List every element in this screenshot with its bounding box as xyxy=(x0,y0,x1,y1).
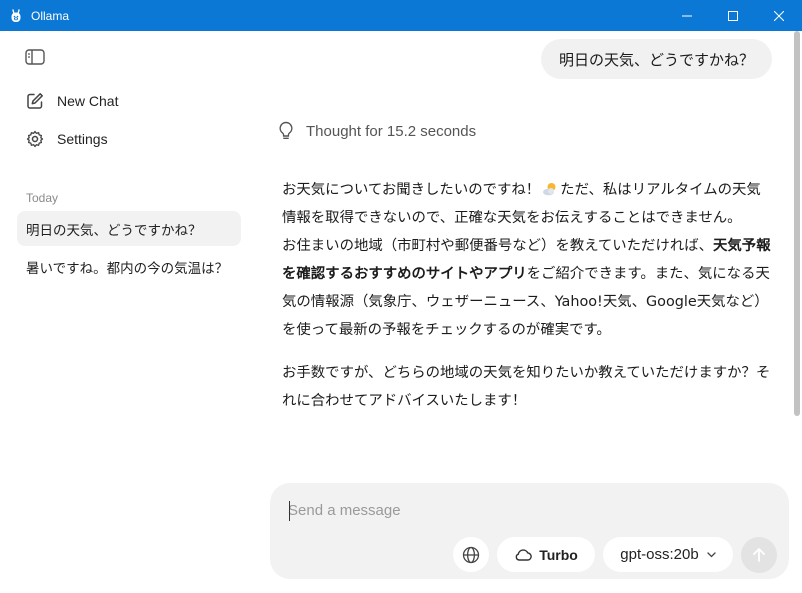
text-caret xyxy=(289,501,290,521)
message-composer: Turbo gpt-oss:20b xyxy=(270,483,789,579)
minimize-icon xyxy=(682,15,692,16)
arrow-up-icon xyxy=(753,548,765,562)
settings-label: Settings xyxy=(57,131,108,147)
chevron-down-icon xyxy=(707,551,716,558)
title-bar: Ollama xyxy=(0,0,802,31)
cloud-icon xyxy=(514,548,533,561)
chat-history-item[interactable]: 明日の天気、どうですかね？ xyxy=(17,211,241,246)
close-icon xyxy=(774,10,784,21)
user-message-bubble: 明日の天気、どうですかね？ xyxy=(540,39,772,79)
sidebar-toggle-button[interactable] xyxy=(25,49,45,65)
model-label: gpt-oss:20b xyxy=(620,546,699,563)
window-controls xyxy=(664,0,802,31)
maximize-icon xyxy=(728,10,738,21)
chat-history-item[interactable]: 暑いですね。都内の今の気温は？ xyxy=(17,249,241,284)
sidebar: New Chat Settings Today 明日の天気、どうですかね？ 暑い… xyxy=(0,31,254,591)
answer-text: お天気についてお聞きしたいのですね！ xyxy=(282,182,541,198)
model-selector[interactable]: gpt-oss:20b xyxy=(603,537,733,572)
send-button[interactable] xyxy=(741,537,777,573)
lightbulb-icon xyxy=(278,121,296,141)
minimize-button[interactable] xyxy=(664,0,710,31)
thought-toggle[interactable]: Thought for 15.2 seconds xyxy=(278,121,476,141)
message-input[interactable] xyxy=(288,497,768,523)
thought-label: Thought for 15.2 seconds xyxy=(306,122,477,140)
scrollbar[interactable] xyxy=(793,31,801,416)
close-button[interactable] xyxy=(756,0,802,31)
window-title: Ollama xyxy=(31,8,70,23)
assistant-message: お天気についてお聞きしたいのですね！ ただ、私はリアルタイムの天気情報を取得できな… xyxy=(282,176,774,430)
sidebar-toggle-icon xyxy=(25,49,45,65)
ollama-logo-icon xyxy=(9,8,23,23)
answer-text: お住まいの地域（市町村や郵便番号など）を教えていただければ、 xyxy=(282,238,714,254)
new-chat-button[interactable]: New Chat xyxy=(26,92,118,110)
answer-paragraph: お手数ですが、どちらの地域の天気を知りたいか教えていただけますか？それに合わせて… xyxy=(282,365,771,409)
turbo-label: Turbo xyxy=(539,546,578,563)
sun-behind-cloud-icon xyxy=(542,179,558,196)
compose-icon xyxy=(26,92,44,110)
gear-icon xyxy=(26,130,44,148)
settings-button[interactable]: Settings xyxy=(26,130,108,148)
maximize-button[interactable] xyxy=(710,0,756,31)
scrollbar-thumb[interactable] xyxy=(794,31,800,416)
answer-paragraph: お天気についてお聞きしたいのですね！ ただ、私はリアルタイムの天気情報を取得できな… xyxy=(282,176,774,344)
web-search-button[interactable] xyxy=(453,537,489,572)
new-chat-label: New Chat xyxy=(57,93,119,109)
turbo-button[interactable]: Turbo xyxy=(497,537,595,572)
globe-icon xyxy=(462,546,480,563)
section-label-today: Today xyxy=(26,191,59,205)
